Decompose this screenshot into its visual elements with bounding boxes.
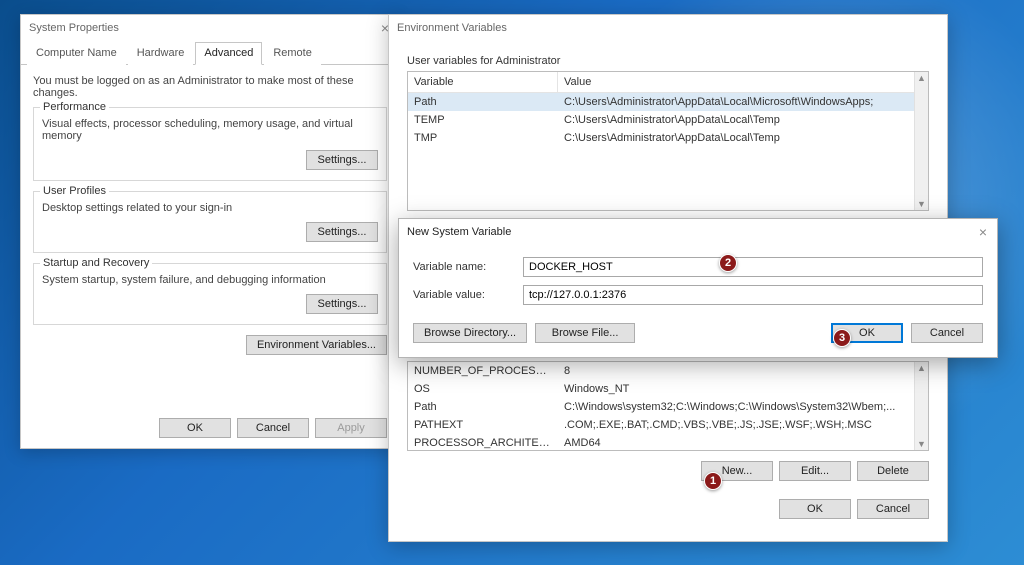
var-name: Path [408, 398, 558, 416]
cancel-button[interactable]: Cancel [237, 418, 309, 438]
scrollbar[interactable] [914, 72, 928, 210]
user-vars-listview[interactable]: Variable Value Path C:\Users\Administrat… [407, 71, 929, 211]
tab-hardware[interactable]: Hardware [128, 42, 194, 65]
var-name: NUMBER_OF_PROCESSORS [408, 362, 558, 380]
system-properties-window: System Properties × Computer Name Hardwa… [20, 14, 400, 449]
column-value[interactable]: Value [558, 72, 928, 92]
admin-note: You must be logged on as an Administrato… [33, 75, 387, 99]
var-value: C:\Users\Administrator\AppData\Local\Tem… [558, 111, 928, 129]
var-value: Windows_NT [558, 380, 928, 398]
var-name: Path [408, 93, 558, 111]
variable-name-input[interactable] [523, 257, 983, 277]
startup-recovery-legend: Startup and Recovery [40, 257, 152, 269]
table-row[interactable]: PATHEXT .COM;.EXE;.BAT;.CMD;.VBS;.VBE;.J… [408, 416, 928, 434]
var-value: AMD64 [558, 434, 928, 451]
user-profiles-desc: Desktop settings related to your sign-in [42, 202, 378, 214]
var-name: PROCESSOR_ARCHITECTURE [408, 434, 558, 451]
performance-group: Performance Visual effects, processor sc… [33, 107, 387, 181]
column-variable[interactable]: Variable [408, 72, 558, 92]
system-delete-button[interactable]: Delete [857, 461, 929, 481]
newvar-cancel-button[interactable]: Cancel [911, 323, 983, 343]
startup-recovery-group: Startup and Recovery System startup, sys… [33, 263, 387, 325]
performance-desc: Visual effects, processor scheduling, me… [42, 118, 378, 142]
tab-remote[interactable]: Remote [264, 42, 321, 65]
performance-legend: Performance [40, 101, 109, 113]
table-row[interactable]: TMP C:\Users\Administrator\AppData\Local… [408, 129, 928, 147]
system-edit-button[interactable]: Edit... [779, 461, 851, 481]
startup-recovery-settings-button[interactable]: Settings... [306, 294, 378, 314]
ok-button[interactable]: OK [159, 418, 231, 438]
table-row[interactable]: TEMP C:\Users\Administrator\AppData\Loca… [408, 111, 928, 129]
var-value: C:\Users\Administrator\AppData\Local\Tem… [558, 129, 928, 147]
annotation-badge-1: 1 [704, 472, 722, 490]
var-name: TEMP [408, 111, 558, 129]
environment-variables-button[interactable]: Environment Variables... [246, 335, 387, 355]
browse-file-button[interactable]: Browse File... [535, 323, 635, 343]
new-system-variable-dialog: New System Variable × Variable name: Var… [398, 218, 998, 358]
titlebar[interactable]: Environment Variables [389, 15, 947, 41]
var-value: .COM;.EXE;.BAT;.CMD;.VBS;.VBE;.JS;.JSE;.… [558, 416, 928, 434]
variable-name-label: Variable name: [413, 261, 513, 273]
user-profiles-legend: User Profiles [40, 185, 109, 197]
tab-panel-advanced: You must be logged on as an Administrato… [21, 65, 399, 363]
table-row[interactable]: Path C:\Windows\system32;C:\Windows;C:\W… [408, 398, 928, 416]
var-value: C:\Windows\system32;C:\Windows;C:\Window… [558, 398, 928, 416]
tab-strip: Computer Name Hardware Advanced Remote [21, 41, 399, 65]
envvars-ok-button[interactable]: OK [779, 499, 851, 519]
tab-computer-name[interactable]: Computer Name [27, 42, 126, 65]
performance-settings-button[interactable]: Settings... [306, 150, 378, 170]
table-row[interactable]: PROCESSOR_ARCHITECTURE AMD64 [408, 434, 928, 451]
user-profiles-group: User Profiles Desktop settings related t… [33, 191, 387, 253]
sysprops-footer: OK Cancel Apply [159, 418, 387, 438]
var-name: TMP [408, 129, 558, 147]
var-value: C:\Users\Administrator\AppData\Local\Mic… [558, 93, 928, 111]
titlebar[interactable]: New System Variable × [399, 219, 997, 245]
user-profiles-settings-button[interactable]: Settings... [306, 222, 378, 242]
var-value: 8 [558, 362, 928, 380]
startup-recovery-desc: System startup, system failure, and debu… [42, 274, 378, 286]
system-vars-listview[interactable]: NUMBER_OF_PROCESSORS 8 OS Windows_NT Pat… [407, 361, 929, 451]
var-name: OS [408, 380, 558, 398]
table-row[interactable]: Path C:\Users\Administrator\AppData\Loca… [408, 93, 928, 111]
scrollbar[interactable] [914, 362, 928, 450]
annotation-badge-2: 2 [719, 254, 737, 272]
close-icon[interactable]: × [975, 224, 991, 240]
variable-value-label: Variable value: [413, 289, 513, 301]
titlebar[interactable]: System Properties × [21, 15, 399, 41]
browse-directory-button[interactable]: Browse Directory... [413, 323, 527, 343]
variable-value-input[interactable] [523, 285, 983, 305]
apply-button[interactable]: Apply [315, 418, 387, 438]
envvars-cancel-button[interactable]: Cancel [857, 499, 929, 519]
var-name: PATHEXT [408, 416, 558, 434]
dialog-title: New System Variable [407, 226, 511, 238]
window-title: System Properties [29, 22, 119, 34]
user-vars-label: User variables for Administrator [407, 55, 929, 67]
table-row[interactable]: OS Windows_NT [408, 380, 928, 398]
annotation-badge-3: 3 [833, 329, 851, 347]
window-title: Environment Variables [397, 22, 507, 34]
tab-advanced[interactable]: Advanced [195, 42, 262, 65]
table-row[interactable]: NUMBER_OF_PROCESSORS 8 [408, 362, 928, 380]
